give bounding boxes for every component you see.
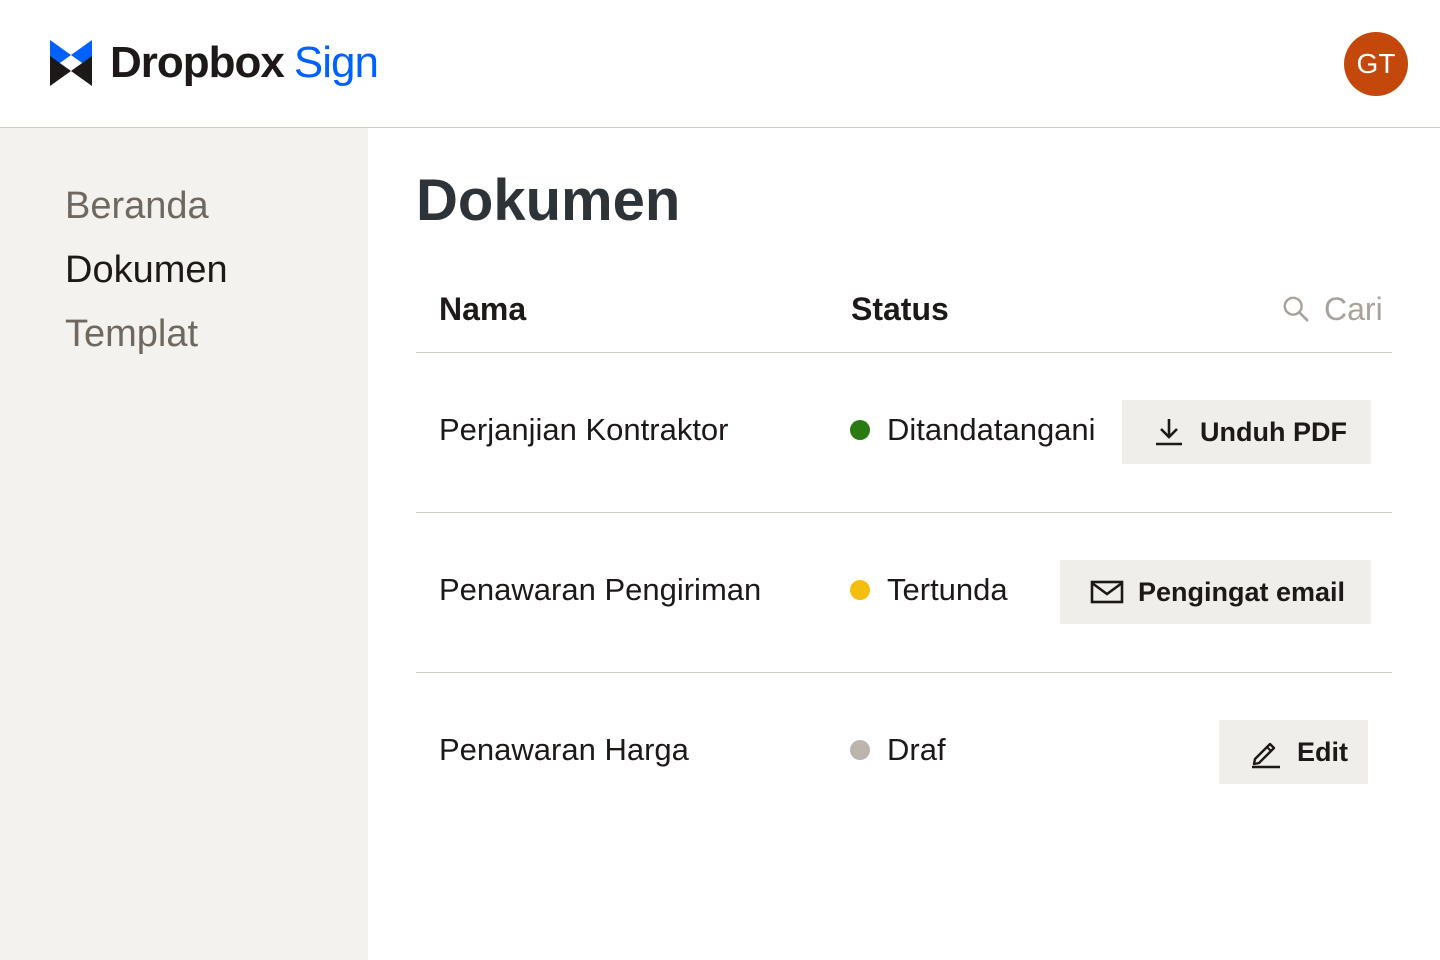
sidebar-item-beranda[interactable]: Beranda (65, 184, 209, 228)
brand-primary: Dropbox (110, 38, 285, 87)
status-cell: Draf (850, 730, 946, 770)
status-text: Tertunda (887, 572, 1008, 607)
document-name[interactable]: Perjanjian Kontraktor (439, 410, 729, 450)
column-header-name: Nama (439, 291, 527, 327)
table-row: Penawaran Harga Draf Edit (416, 673, 1392, 833)
document-name[interactable]: Penawaran Pengiriman (439, 570, 761, 610)
button-label: Edit (1297, 736, 1348, 767)
sidebar-item-templat[interactable]: Templat (65, 312, 198, 356)
download-pdf-button[interactable]: Unduh PDF (1122, 400, 1371, 464)
brand-name: Dropbox Sign (110, 38, 379, 87)
status-text: Draf (887, 732, 946, 767)
page-title: Dokumen (416, 168, 681, 233)
status-cell: Tertunda (850, 570, 1008, 610)
sidebar-item-dokumen[interactable]: Dokumen (65, 248, 228, 292)
search-input[interactable] (1324, 290, 1392, 328)
search-box[interactable] (1282, 289, 1392, 329)
button-label: Unduh PDF (1200, 416, 1347, 447)
avatar[interactable]: GT (1344, 32, 1408, 96)
main-content: Dokumen Nama Status Perjanjian Kontrakto… (368, 128, 1440, 960)
brand-logo[interactable]: Dropbox Sign (50, 38, 379, 87)
status-dot (850, 580, 870, 600)
column-header-status: Status (851, 291, 949, 327)
status-cell: Ditandatangani (850, 410, 1096, 450)
button-label: Pengingat email (1138, 576, 1346, 607)
search-icon (1283, 296, 1309, 322)
top-bar: Dropbox Sign GT (0, 0, 1440, 128)
envelope-icon (1090, 580, 1124, 604)
document-name[interactable]: Penawaran Harga (439, 730, 689, 770)
status-text: Ditandatangani (887, 412, 1096, 447)
status-dot (850, 420, 870, 440)
brand-secondary: Sign (293, 38, 379, 87)
dropbox-sign-logo-icon (50, 40, 92, 86)
table-row: Penawaran Pengiriman Tertunda Pengingat … (416, 513, 1392, 673)
edit-button[interactable]: Edit (1219, 720, 1368, 784)
table-row: Perjanjian Kontraktor Ditandatangani Und… (416, 353, 1392, 513)
sidebar: Beranda Dokumen Templat (0, 128, 368, 960)
status-dot (850, 740, 870, 760)
email-reminder-button[interactable]: Pengingat email (1060, 560, 1371, 624)
pencil-icon (1252, 742, 1280, 769)
download-icon (1156, 419, 1182, 446)
